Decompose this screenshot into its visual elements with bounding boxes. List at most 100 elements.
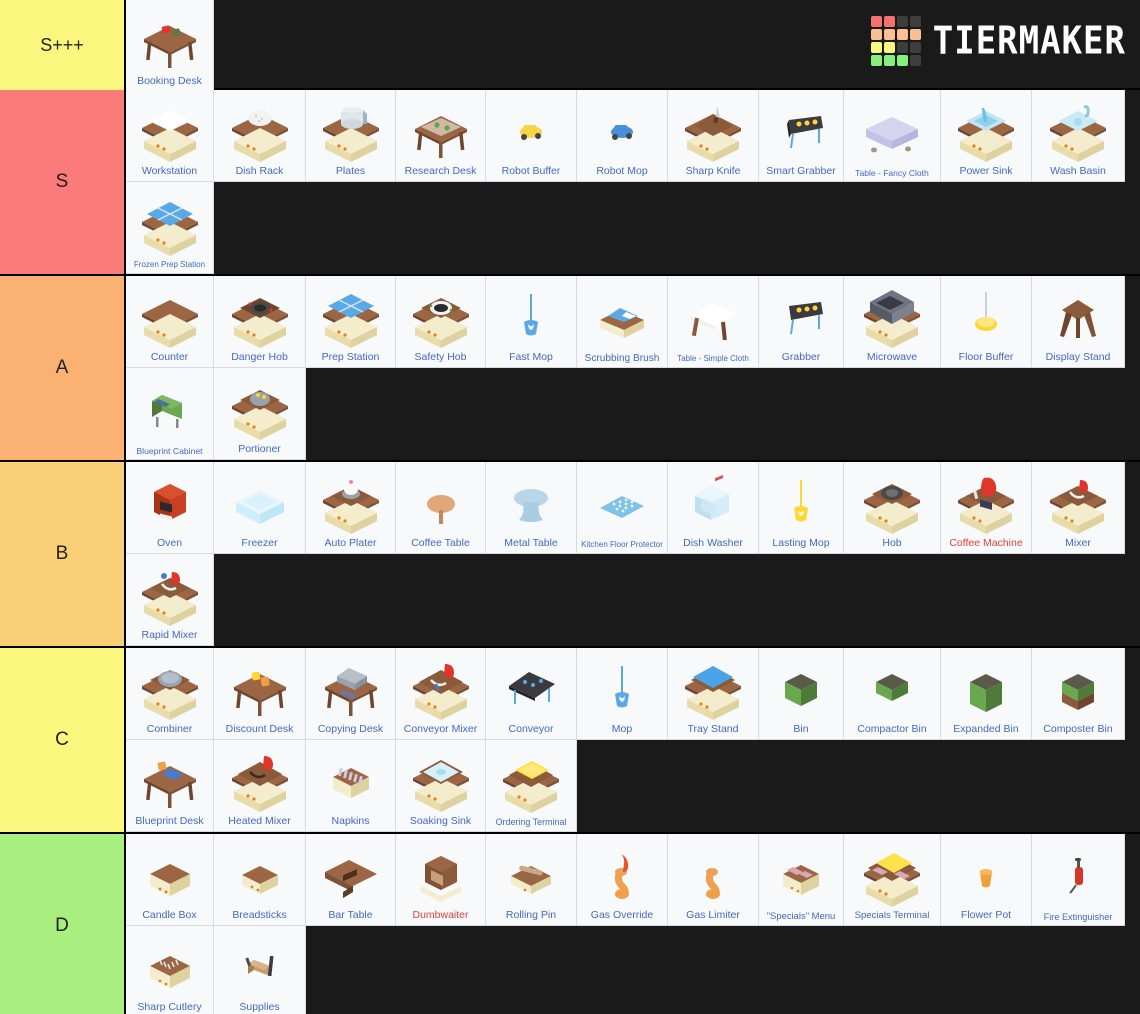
tier-item-label: Table - Fancy Cloth: [855, 167, 929, 178]
tier-item-label: Bin: [793, 723, 809, 736]
tier-item[interactable]: Soaking Sink: [396, 740, 486, 832]
tier-item[interactable]: Freezer: [214, 462, 306, 554]
tier-item[interactable]: Auto Plater: [306, 462, 396, 554]
tier-label-d[interactable]: D: [0, 834, 126, 1014]
tier-item[interactable]: Sharp Cutlery: [126, 926, 214, 1014]
tier-item[interactable]: Bin: [759, 648, 844, 740]
smart-grabber-icon: [759, 90, 843, 166]
tier-item[interactable]: Floor Buffer: [941, 276, 1032, 368]
tier-label-a[interactable]: A: [0, 276, 126, 460]
tier-item[interactable]: Mop: [577, 648, 668, 740]
tier-item[interactable]: Robot Buffer: [486, 90, 577, 182]
tier-item[interactable]: Composter Bin: [1032, 648, 1125, 740]
tier-items-a[interactable]: Counter Danger Hob Prep Station Safety H…: [126, 276, 1140, 460]
tier-item[interactable]: Conveyor Mixer: [396, 648, 486, 740]
tier-item[interactable]: Bar Table: [306, 834, 396, 926]
tier-item[interactable]: Expanded Bin: [941, 648, 1032, 740]
dish-washer-icon: [668, 462, 758, 538]
tier-item-label: Safety Hob: [414, 351, 467, 364]
tier-item[interactable]: Hob: [844, 462, 941, 554]
tier-label-splusplusplus[interactable]: S+++: [0, 0, 126, 90]
tier-item[interactable]: Power Sink: [941, 90, 1032, 182]
tier-item-label: Display Stand: [1045, 351, 1111, 364]
tier-item[interactable]: Metal Table: [486, 462, 577, 554]
dumbwaiter-icon: [396, 834, 485, 910]
tier-item[interactable]: Coffee Machine: [941, 462, 1032, 554]
tier-item[interactable]: Wash Basin: [1032, 90, 1125, 182]
tier-item[interactable]: Candle Box: [126, 834, 214, 926]
tier-item[interactable]: Rapid Mixer: [126, 554, 214, 646]
tier-label-c[interactable]: C: [0, 648, 126, 832]
tier-items-c[interactable]: Combiner Discount Desk Copying Desk Conv…: [126, 648, 1140, 832]
tier-items-b[interactable]: Oven Freezer Auto Plater Coffee Table Metal…: [126, 462, 1140, 646]
tier-item[interactable]: Dumbwaiter: [396, 834, 486, 926]
tier-item[interactable]: Plates: [306, 90, 396, 182]
tier-item[interactable]: Booking Desk: [126, 0, 214, 92]
tier-item-label: Breadsticks: [232, 909, 287, 922]
tier-item[interactable]: Display Stand: [1032, 276, 1125, 368]
tier-item[interactable]: Smart Grabber: [759, 90, 844, 182]
tier-item-label: Conveyor Mixer: [403, 723, 478, 736]
tier-item[interactable]: Portioner: [214, 368, 306, 460]
tier-item[interactable]: Safety Hob: [396, 276, 486, 368]
tier-item-label: Coffee Machine: [949, 537, 1023, 550]
tier-item[interactable]: Conveyor: [486, 648, 577, 740]
tier-item[interactable]: Rolling Pin: [486, 834, 577, 926]
tier-item[interactable]: Gas Limiter: [668, 834, 759, 926]
tier-item[interactable]: Frozen Prep Station: [126, 182, 214, 274]
tier-item[interactable]: Table - Fancy Cloth: [844, 90, 941, 182]
tier-item[interactable]: Coffee Table: [396, 462, 486, 554]
tier-item[interactable]: Gas Override: [577, 834, 668, 926]
tier-item[interactable]: Dish Rack: [214, 90, 306, 182]
tier-items-s[interactable]: Workstation Dish Rack Plates Research De…: [126, 90, 1140, 274]
tier-item[interactable]: Oven: [126, 462, 214, 554]
tier-item[interactable]: Blueprint Cabinet: [126, 368, 214, 460]
tier-item[interactable]: Supplies: [214, 926, 306, 1014]
tier-item-label: Blueprint Desk: [135, 815, 204, 828]
tier-label-s[interactable]: S: [0, 90, 126, 274]
tier-item[interactable]: Grabber: [759, 276, 844, 368]
tier-item[interactable]: Heated Mixer: [214, 740, 306, 832]
tier-item[interactable]: Dish Washer: [668, 462, 759, 554]
tier-item-label: Frozen Prep Station: [133, 260, 206, 270]
tier-item[interactable]: Scrubbing Brush: [577, 276, 668, 368]
napkins-icon: [306, 740, 395, 816]
tier-item[interactable]: Danger Hob: [214, 276, 306, 368]
tier-item-label: Conveyor: [508, 723, 554, 736]
tier-label-b[interactable]: B: [0, 462, 126, 646]
tier-item[interactable]: Table - Simple Cloth: [668, 276, 759, 368]
tier-item[interactable]: Ordering Terminal: [486, 740, 577, 832]
tier-items-splusplusplus[interactable]: Booking Desk: [126, 0, 1140, 92]
tier-item[interactable]: "Specials" Menu: [759, 834, 844, 926]
tier-item[interactable]: Kitchen Floor Protector: [577, 462, 668, 554]
coffee-table-icon: [396, 462, 485, 538]
tier-item[interactable]: Research Desk: [396, 90, 486, 182]
tier-row-a: A Counter Danger Hob Prep Station Safety…: [0, 276, 1140, 462]
tier-item-label: Danger Hob: [231, 351, 288, 364]
tier-item[interactable]: Mixer: [1032, 462, 1125, 554]
tier-item[interactable]: Lasting Mop: [759, 462, 844, 554]
tier-item[interactable]: Specials Terminal: [844, 834, 941, 926]
tier-items-d[interactable]: Candle Box Breadsticks Bar Table Dumbwaiter…: [126, 834, 1140, 1014]
tier-item[interactable]: Sharp Knife: [668, 90, 759, 182]
tier-item[interactable]: Combiner: [126, 648, 214, 740]
tier-item[interactable]: Fire Extinguisher: [1032, 834, 1125, 926]
display-stand-icon: [1032, 276, 1124, 352]
tier-item[interactable]: Discount Desk: [214, 648, 306, 740]
tier-item[interactable]: Workstation: [126, 90, 214, 182]
tier-item[interactable]: Breadsticks: [214, 834, 306, 926]
tier-item-label: Research Desk: [404, 165, 477, 178]
tier-item[interactable]: Compactor Bin: [844, 648, 941, 740]
tier-item[interactable]: Microwave: [844, 276, 941, 368]
tier-item[interactable]: Flower Pot: [941, 834, 1032, 926]
tier-item[interactable]: Robot Mop: [577, 90, 668, 182]
tier-item-label: Grabber: [781, 351, 821, 364]
tier-item[interactable]: Fast Mop: [486, 276, 577, 368]
tier-item[interactable]: Copying Desk: [306, 648, 396, 740]
tier-item-label: Sharp Cutlery: [137, 1001, 202, 1014]
tier-item[interactable]: Tray Stand: [668, 648, 759, 740]
tier-item[interactable]: Napkins: [306, 740, 396, 832]
tier-item[interactable]: Blueprint Desk: [126, 740, 214, 832]
tier-item[interactable]: Counter: [126, 276, 214, 368]
tier-item[interactable]: Prep Station: [306, 276, 396, 368]
